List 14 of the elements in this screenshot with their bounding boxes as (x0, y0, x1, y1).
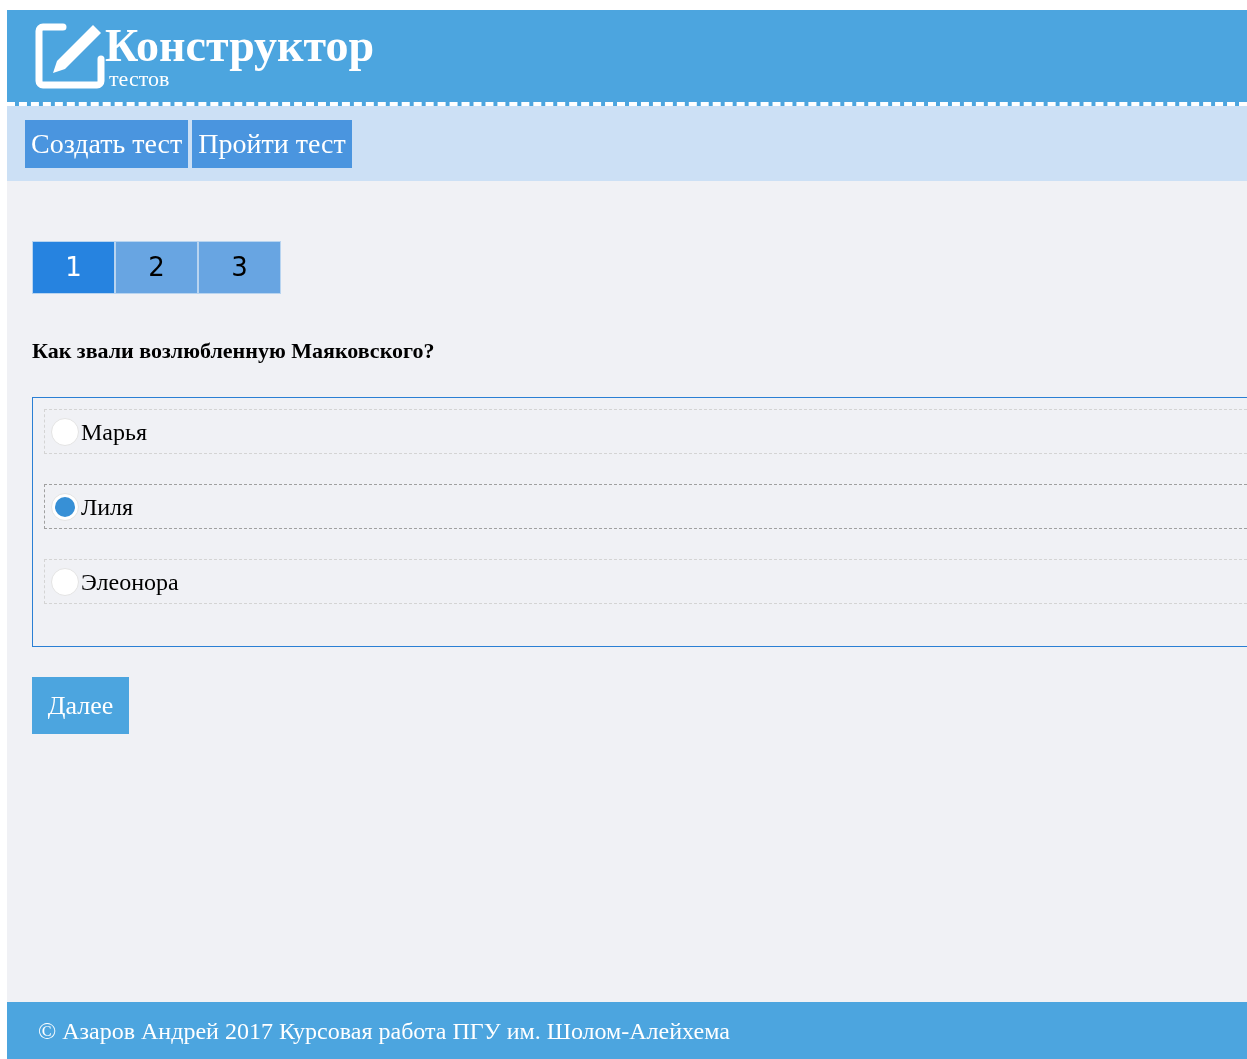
option-row[interactable]: Марья (44, 409, 1247, 454)
question-tab[interactable]: 3 (198, 241, 281, 294)
question-tab[interactable]: 1 (32, 241, 115, 294)
radio-button[interactable] (51, 417, 79, 446)
option-row[interactable]: Лиля (44, 484, 1247, 529)
logo-subtitle: тестов (109, 69, 170, 89)
question-text: Как звали возлюбленную Маяковского? (32, 337, 436, 365)
option-row[interactable]: Элеонора (44, 559, 1247, 604)
radio-button[interactable] (51, 492, 79, 521)
question-tab[interactable]: 2 (115, 241, 198, 294)
edit-icon (35, 21, 105, 91)
radio-button[interactable] (51, 567, 79, 596)
logo-title: Конструктор (105, 23, 375, 69)
footer-text: © Азаров Андрей 2017 Курсовая работа ПГУ им. Шолом-Алейхема (38, 1016, 730, 1046)
